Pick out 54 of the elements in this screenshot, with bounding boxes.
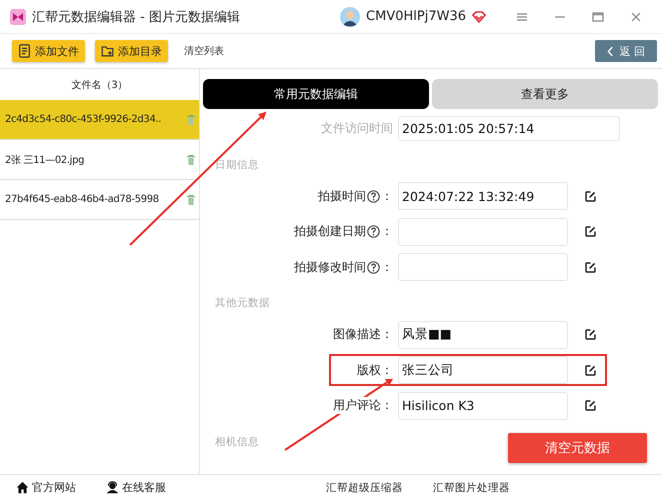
- user-name[interactable]: CMV0HlPj7W36: [366, 9, 466, 24]
- footer-link[interactable]: 汇帮超级压缩器: [326, 480, 403, 494]
- file-row[interactable]: 2c4d3c54-c80c-453f-9926-2d34..: [0, 100, 199, 140]
- input-field[interactable]: 风景■■: [398, 320, 568, 349]
- chevron-left-icon: [606, 46, 614, 56]
- logo-icon: [10, 8, 26, 24]
- section-title: 其他元数据: [215, 296, 270, 311]
- field-label: 版权：: [357, 362, 393, 379]
- field-label: 拍摄修改时间: [294, 258, 366, 276]
- file-name: 27b4f645-eab8-46b4-ad78-5998: [5, 194, 160, 205]
- section-title: 相机信息: [215, 434, 259, 450]
- input-field[interactable]: [398, 218, 568, 246]
- tab[interactable]: 查看更多: [432, 79, 658, 109]
- trash-icon[interactable]: [186, 194, 196, 206]
- file-name: 2张 三11—02.jpg: [5, 154, 86, 166]
- back-button[interactable]: 返 回: [594, 40, 657, 62]
- edit-icon[interactable]: [584, 190, 597, 203]
- input-field[interactable]: 2025:01:05 20:57:14: [398, 116, 620, 142]
- footer-link[interactable]: 官方网站: [16, 480, 76, 495]
- edit-icon[interactable]: [584, 364, 597, 377]
- file-row[interactable]: 27b4f645-eab8-46b4-ad78-5998: [0, 180, 199, 220]
- edit-icon[interactable]: [584, 225, 597, 238]
- maximize-icon[interactable]: [592, 12, 604, 22]
- vip-diamond-icon: [472, 10, 486, 22]
- avatar-icon: [340, 6, 360, 26]
- input-field[interactable]: 2024:07:22 13:32:49: [398, 182, 568, 210]
- add-button[interactable]: 添加文件: [12, 40, 85, 62]
- tab[interactable]: 常用元数据编辑: [203, 79, 429, 109]
- file-list-icon: [18, 44, 31, 58]
- folder-plus-icon: [101, 44, 114, 58]
- footer-link[interactable]: 在线客服: [106, 480, 166, 495]
- edit-icon[interactable]: [584, 328, 597, 342]
- footer-link[interactable]: 汇帮图片处理器: [433, 480, 510, 494]
- file-row[interactable]: 2张 三11—02.jpg: [0, 140, 199, 180]
- person-icon: [106, 481, 119, 494]
- home-icon: [16, 481, 29, 494]
- add-button[interactable]: 添加目录: [95, 40, 168, 62]
- edit-icon[interactable]: [584, 260, 597, 274]
- input-field[interactable]: Hisilicon K3: [398, 392, 568, 420]
- window-title: 汇帮元数据编辑器 - 图片元数据编辑: [32, 8, 240, 26]
- clear-list-button[interactable]: 清空列表: [178, 43, 230, 59]
- input-field[interactable]: [398, 253, 568, 282]
- file-name: 2c4d3c54-c80c-453f-9926-2d34..: [5, 114, 162, 125]
- column-header: 文件名（3）: [70, 78, 129, 92]
- trash-icon[interactable]: [186, 154, 196, 166]
- help-icon[interactable]: [367, 225, 380, 238]
- edit-icon[interactable]: [584, 399, 597, 412]
- help-icon[interactable]: [367, 260, 380, 274]
- input-field[interactable]: 张三公司: [398, 356, 568, 384]
- help-icon[interactable]: [367, 190, 380, 203]
- clear-metadata-button[interactable]: 清空元数据: [508, 433, 647, 463]
- field-label: 拍摄时间: [318, 188, 366, 205]
- close-icon[interactable]: [630, 12, 642, 22]
- menu-icon[interactable]: [516, 12, 528, 22]
